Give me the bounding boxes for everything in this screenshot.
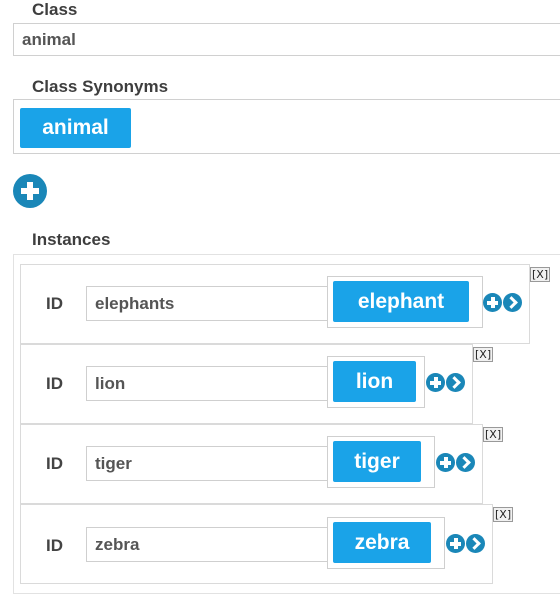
add-instance-synonym-button[interactable]	[436, 453, 455, 472]
class-synonyms-field[interactable]: animal	[13, 99, 560, 154]
instance-id-input[interactable]: lion	[86, 366, 328, 401]
instance-id-input[interactable]: tiger	[86, 446, 328, 481]
instances-label: Instances	[32, 230, 111, 249]
next-arrow-icon[interactable]	[456, 453, 475, 472]
synonym-chip[interactable]: animal	[20, 108, 131, 148]
instance-synonyms-field[interactable]: zebra	[327, 517, 445, 569]
remove-instance-button[interactable]: [X]	[473, 347, 494, 362]
instance-row: ID lion lion	[20, 344, 473, 424]
add-instance-synonym-button[interactable]	[483, 293, 502, 312]
remove-instance-button[interactable]: [X]	[493, 507, 514, 522]
instance-synonym-chip[interactable]: zebra	[333, 522, 431, 563]
class-input[interactable]: animal	[13, 23, 560, 56]
instance-id-input[interactable]: elephants	[86, 286, 328, 321]
instance-id-label: ID	[46, 454, 63, 473]
remove-instance-button[interactable]: [X]	[483, 427, 504, 442]
next-arrow-icon[interactable]	[446, 373, 465, 392]
instance-row: ID tiger tiger	[20, 424, 483, 504]
instance-row: ID zebra zebra	[20, 504, 493, 584]
instance-id-input[interactable]: zebra	[86, 527, 328, 562]
class-label: Class	[32, 0, 78, 19]
add-instance-synonym-button[interactable]	[446, 534, 465, 553]
instance-row: ID elephants elephant	[20, 264, 530, 344]
instance-id-label: ID	[46, 536, 63, 555]
add-instance-synonym-button[interactable]	[426, 373, 445, 392]
next-arrow-icon[interactable]	[466, 534, 485, 553]
instance-id-label: ID	[46, 374, 63, 393]
add-synonym-button[interactable]	[13, 174, 47, 208]
instance-synonyms-field[interactable]: lion	[327, 356, 425, 408]
class-synonyms-label: Class Synonyms	[32, 77, 169, 96]
instance-synonyms-field[interactable]: tiger	[327, 436, 435, 488]
instance-synonym-chip[interactable]: elephant	[333, 281, 469, 322]
remove-instance-button[interactable]: [X]	[530, 267, 551, 282]
next-arrow-icon[interactable]	[503, 293, 522, 312]
instance-synonym-chip[interactable]: tiger	[333, 441, 421, 482]
instance-synonym-chip[interactable]: lion	[333, 361, 416, 402]
instance-synonyms-field[interactable]: elephant	[327, 276, 483, 328]
instance-id-label: ID	[46, 294, 63, 313]
